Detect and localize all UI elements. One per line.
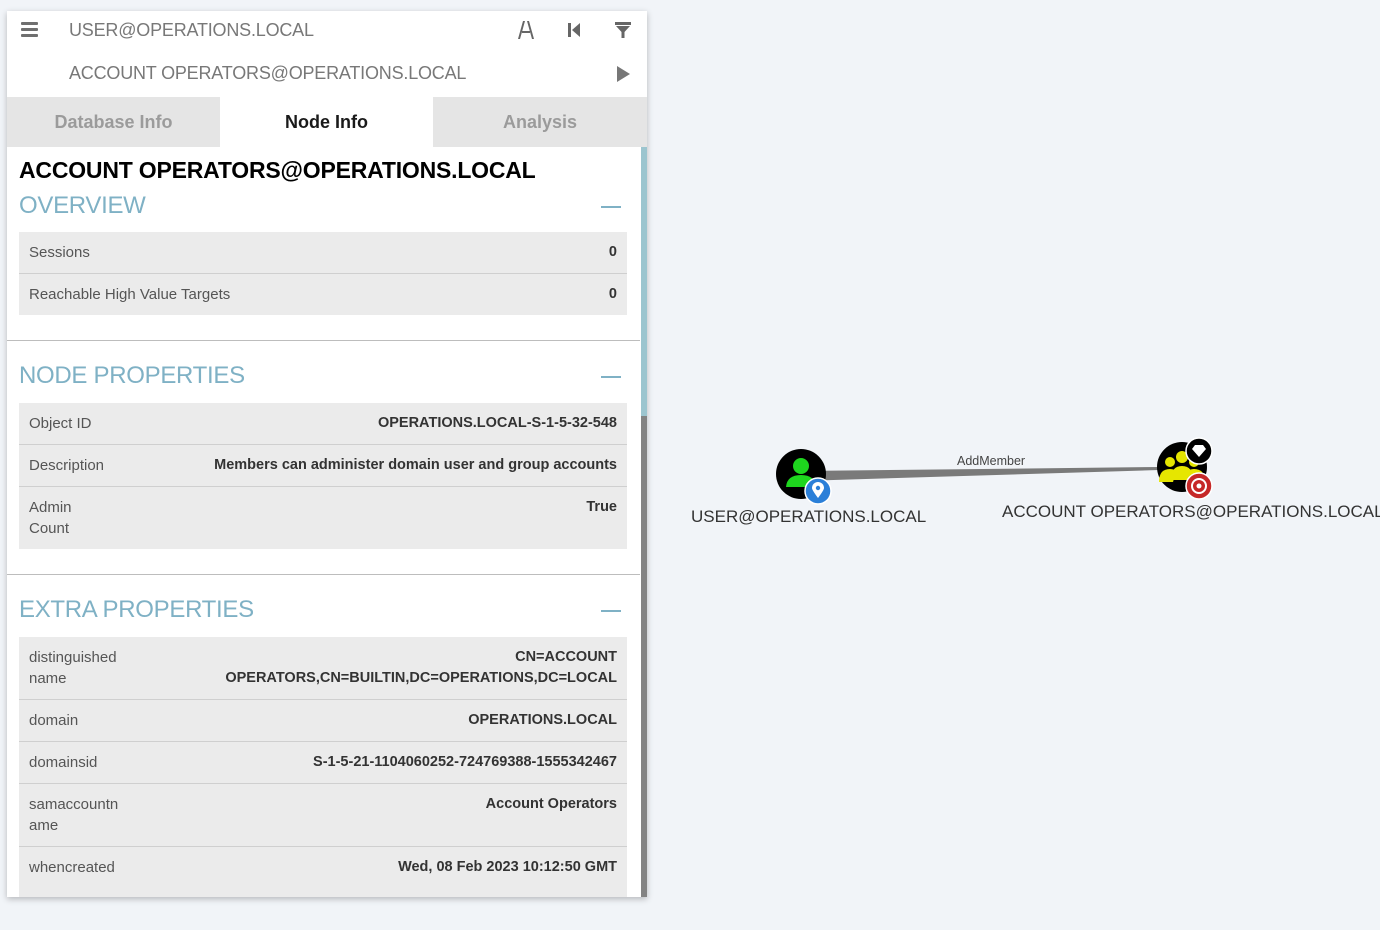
row-value: Account Operators — [485, 796, 617, 812]
play-icon[interactable] — [617, 66, 630, 82]
tab-analysis[interactable]: Analysis — [433, 97, 647, 147]
node-properties-heading[interactable]: NODE PROPERTIES — [19, 362, 245, 390]
extra-properties-collapse-icon[interactable] — [601, 610, 621, 612]
user-node[interactable] — [776, 449, 832, 505]
tab-bar: Database Info Node Info Analysis — [7, 97, 647, 147]
node-properties-table: Object ID OPERATIONS.LOCAL-S-1-5-32-548 … — [19, 403, 627, 549]
start-node-row: USER@OPERATIONS.LOCAL — [7, 11, 647, 52]
row-value: CN=ACCOUNT OPERATORS,CN=BUILTIN,DC=OPERA… — [225, 649, 617, 686]
table-row[interactable]: Reachable High Value Targets 0 — [19, 274, 627, 315]
table-row[interactable]: Description Members can administer domai… — [19, 445, 627, 487]
row-value: S-1-5-21-1104060252-724769388-1555342467 — [313, 754, 617, 770]
row-key: Admin Count — [29, 499, 72, 537]
search-panel: USER@OPERATIONS.LOCAL ACCOUNT OPERATORS@… — [7, 11, 647, 897]
row-key: whencreated — [29, 859, 115, 876]
overview-collapse-icon[interactable] — [601, 206, 621, 208]
table-row[interactable]: Sessions 0 — [19, 232, 627, 274]
extra-properties-table: distinguishedname CN=ACCOUNT OPERATORS,C… — [19, 637, 627, 897]
table-row[interactable]: distinguishedname CN=ACCOUNT OPERATORS,C… — [19, 637, 627, 700]
row-key: samaccountname — [29, 796, 119, 834]
tab-node-info[interactable]: Node Info — [220, 97, 433, 147]
extra-properties-heading[interactable]: EXTRA PROPERTIES — [19, 596, 254, 624]
table-row[interactable]: domain OPERATIONS.LOCAL — [19, 700, 627, 742]
target-node-row: ACCOUNT OPERATORS@OPERATIONS.LOCAL — [7, 52, 647, 96]
node-properties-collapse-icon[interactable] — [601, 376, 621, 378]
table-row[interactable]: samaccountname Account Operators — [19, 784, 627, 847]
table-row[interactable]: whencreated Wed, 08 Feb 2023 10:12:50 GM… — [19, 847, 627, 897]
edge-label: AddMember — [957, 454, 1026, 468]
row-value: Wed, 08 Feb 2023 10:12:50 GMT — [398, 859, 617, 875]
row-value: True — [586, 499, 617, 515]
row-value: OPERATIONS.LOCAL-S-1-5-32-548 — [377, 415, 617, 431]
group-node[interactable] — [1157, 437, 1213, 500]
overview-table: Sessions 0 Reachable High Value Targets … — [19, 232, 627, 315]
start-node-input[interactable]: USER@OPERATIONS.LOCAL — [69, 20, 314, 41]
row-key: Sessions — [29, 244, 90, 261]
pathfinding-icon[interactable] — [515, 19, 537, 41]
row-value: 0 — [608, 244, 617, 260]
filter-icon[interactable] — [613, 19, 633, 41]
graph-canvas[interactable]: AddMember USER@OPERATIONS.LOCAL ACCOUNT … — [647, 0, 1380, 930]
user-icon — [793, 458, 809, 474]
row-key: Reachable High Value Targets — [29, 286, 231, 303]
section-divider — [7, 574, 640, 575]
table-row[interactable]: Admin Count True — [19, 487, 627, 549]
section-divider — [7, 340, 640, 341]
node-info-content: ACCOUNT OPERATORS@OPERATIONS.LOCAL OVERV… — [7, 147, 647, 897]
menu-icon[interactable] — [21, 22, 38, 39]
node-title: ACCOUNT OPERATORS@OPERATIONS.LOCAL — [19, 157, 536, 183]
source-node-label[interactable]: USER@OPERATIONS.LOCAL — [691, 507, 926, 527]
overview-heading[interactable]: OVERVIEW — [19, 192, 146, 220]
table-row[interactable]: domainsid S-1-5-21-1104060252-724769388-… — [19, 742, 627, 784]
tab-database-info[interactable]: Database Info — [7, 97, 220, 147]
target-node-label[interactable]: ACCOUNT OPERATORS@OPERATIONS.LOCAL — [1002, 502, 1380, 522]
row-key: distinguishedname — [29, 649, 117, 687]
row-value: 0 — [608, 286, 617, 302]
edge-addmember[interactable] — [801, 467, 1159, 481]
back-icon[interactable] — [565, 19, 583, 41]
row-value: OPERATIONS.LOCAL — [468, 712, 617, 728]
table-row[interactable]: Object ID OPERATIONS.LOCAL-S-1-5-32-548 — [19, 403, 627, 445]
target-node-input[interactable]: ACCOUNT OPERATORS@OPERATIONS.LOCAL — [69, 63, 466, 84]
row-value: Members can administer domain user and g… — [214, 457, 617, 473]
